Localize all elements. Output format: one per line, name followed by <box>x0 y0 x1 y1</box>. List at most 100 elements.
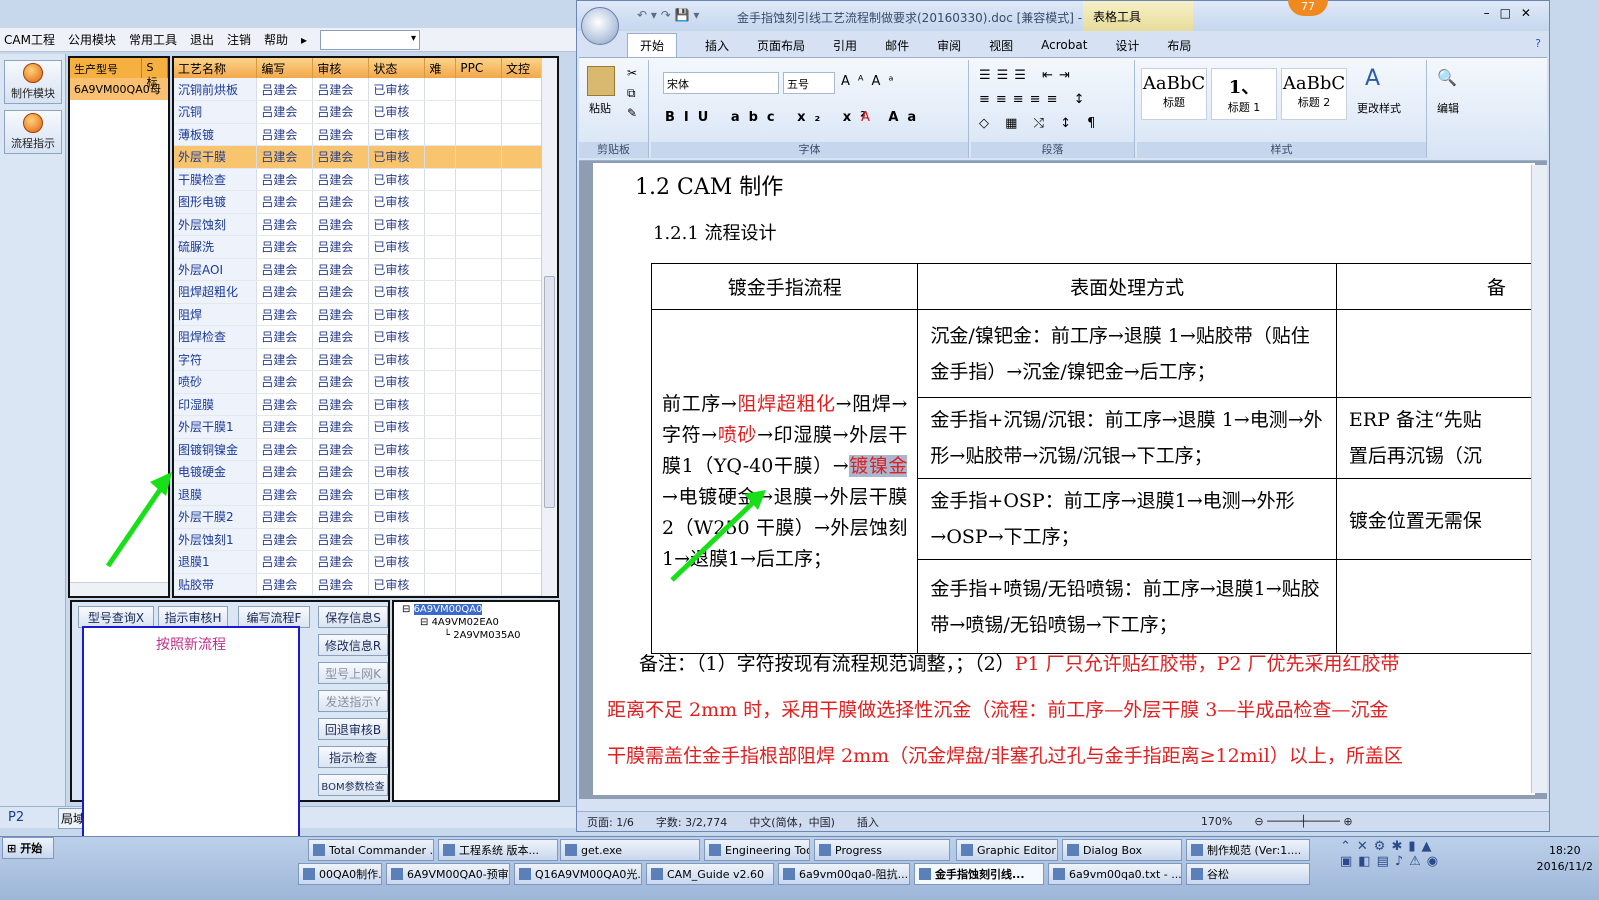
tab-layout[interactable]: 页面布局 <box>757 37 805 54</box>
taskbar-item[interactable]: CAM_Guide v2.60 <box>646 863 774 885</box>
office-button[interactable] <box>581 7 619 45</box>
model-online-button[interactable]: 型号上网K <box>318 662 388 684</box>
edit-button[interactable]: 编辑 <box>1437 100 1459 116</box>
format-painter-icon[interactable]: ✎ <box>627 106 637 120</box>
font-size-select[interactable]: 五号 <box>783 72 835 94</box>
tree-node-leaf[interactable]: └ 2A9VM035A0 <box>444 630 521 641</box>
tree-node-child[interactable]: ⊟ 4A9VM02EA0 <box>420 617 499 628</box>
make-module-button[interactable]: 制作模块 <box>4 60 62 104</box>
taskbar-item[interactable]: Graphic Editor 9.0... <box>956 839 1058 861</box>
taskbar-item[interactable]: 金手指蚀刻引线... <box>914 863 1044 885</box>
taskbar-item[interactable]: 6a9vm00qa0-阻抗... <box>778 863 910 885</box>
table-row[interactable]: 字符 吕建会 吕建会 已审核 <box>174 348 557 371</box>
instruct-check-button[interactable]: 指示检查 <box>318 746 388 768</box>
copy-icon[interactable]: ⧉ <box>627 86 636 101</box>
menu-exit[interactable]: 退出 <box>190 31 214 48</box>
table-row[interactable]: 喷砂 吕建会 吕建会 已审核 <box>174 370 557 394</box>
document-vscroll[interactable] <box>1531 165 1547 793</box>
tab-view[interactable]: 视图 <box>989 37 1013 54</box>
tree-node-root[interactable]: ⊟ 6A9VM00QA0 <box>402 604 483 615</box>
qat-icons[interactable]: ↶ ▾ ↷ 💾 ▾ <box>637 8 699 22</box>
menu-logout[interactable]: 注销 <box>227 31 251 48</box>
taskbar-item[interactable]: Q16A9VM00QA0光... <box>514 863 642 885</box>
flow-indicator-button[interactable]: 流程指示 <box>4 110 62 154</box>
table-row[interactable]: 外层蚀刻1 吕建会 吕建会 已审核 <box>174 528 557 551</box>
start-button[interactable]: ⊞ 开始 <box>2 837 54 859</box>
table-row[interactable]: 外层AOI 吕建会 吕建会 已审核 <box>174 258 557 281</box>
process-col-header[interactable]: 编写 <box>256 58 314 78</box>
taskbar-item[interactable]: get.exe <box>560 839 700 861</box>
taskbar-item[interactable]: Dialog Box <box>1062 839 1182 861</box>
model-query-button[interactable]: 型号查询X <box>78 606 154 628</box>
page-count[interactable]: 页面: 1/6 <box>587 814 634 830</box>
insert-mode[interactable]: 插入 <box>857 814 879 830</box>
instruct-review-button[interactable]: 指示审核H <box>158 606 228 628</box>
help-icon[interactable]: ? <box>1535 37 1541 50</box>
border-icons[interactable]: ◇ ▦ ⤭ ↕ ¶ <box>979 116 1101 131</box>
menu-help[interactable]: 帮助 <box>264 31 288 48</box>
table-row[interactable]: 干膜检查 吕建会 吕建会 已审核 <box>174 168 557 191</box>
find-icon[interactable]: 🔍 <box>1437 68 1457 87</box>
table-row[interactable]: 沉铜前烘板 吕建会 吕建会 已审核 <box>174 78 557 101</box>
process-col-header[interactable]: 工艺名称 <box>174 58 258 78</box>
process-col-header[interactable]: 状态 <box>368 58 426 78</box>
table-row[interactable]: 图镀铜镍金 吕建会 吕建会 已审核 <box>174 438 557 461</box>
table-row[interactable]: 外层干膜1 吕建会 吕建会 已审核 <box>174 415 557 439</box>
tray-icons[interactable]: ⌃✕⚙✱▮▲ ▣◧▤♪⚠◉ <box>1340 839 1490 885</box>
table-row[interactable]: 沉铜 吕建会 吕建会 已审核 <box>174 100 557 124</box>
change-styles-icon[interactable]: A <box>1365 66 1380 91</box>
language[interactable]: 中文(简体，中国) <box>749 814 835 830</box>
align-icons[interactable]: ≡≡≡≡≡ ↕ <box>979 92 1091 107</box>
tab-home[interactable]: 开始 <box>627 33 678 57</box>
change-styles-button[interactable]: 更改样式 <box>1357 100 1401 116</box>
word-count[interactable]: 字数: 3/2,774 <box>656 814 727 830</box>
style-heading1[interactable]: 1、 标题 1 <box>1211 68 1277 120</box>
menu-tools[interactable]: 常用工具 <box>129 31 177 48</box>
taskbar-item[interactable]: 6a9vm00qa0.txt - ... <box>1048 863 1182 885</box>
table-row[interactable]: 硫脲洗 吕建会 吕建会 已审核 <box>174 235 557 259</box>
tab-insert[interactable]: 插入 <box>705 37 729 54</box>
menu-public[interactable]: 公用模块 <box>68 31 116 48</box>
modify-info-button[interactable]: 修改信息R <box>318 634 388 656</box>
table-row[interactable]: 阻焊超粗化 吕建会 吕建会 已审核 <box>174 280 557 304</box>
table-row[interactable]: 薄板镀 吕建会 吕建会 已审核 <box>174 123 557 146</box>
style-heading[interactable]: AaBbC 标题 <box>1141 68 1207 120</box>
menu-cam[interactable]: CAM工程 <box>4 31 55 48</box>
font-format-buttons[interactable]: BIU abc x₂ x² Aa <box>665 110 925 125</box>
taskbar-item[interactable]: Total Commander ... <box>308 839 434 861</box>
table-row[interactable]: 电镀硬金 吕建会 吕建会 已审核 <box>174 460 557 484</box>
tab-table-layout[interactable]: 布局 <box>1167 37 1191 54</box>
rollback-review-button[interactable]: 回退审核B <box>318 718 388 740</box>
taskbar-item[interactable]: 制作规范 (Ver:1.... <box>1186 839 1310 861</box>
font-name-select[interactable]: 宋体 <box>663 72 779 94</box>
send-instruct-button[interactable]: 发送指示Y <box>318 690 388 712</box>
paste-button[interactable]: 粘贴 <box>589 100 611 116</box>
table-row[interactable]: 阻焊 吕建会 吕建会 已审核 <box>174 303 557 326</box>
table-row[interactable]: 贴胶带 吕建会 吕建会 已审核 <box>174 573 557 596</box>
tab-references[interactable]: 引用 <box>833 37 857 54</box>
taskbar-item[interactable]: 00QA0制作... <box>298 863 382 885</box>
model-header[interactable]: 生产型号 <box>70 58 143 78</box>
process-col-header[interactable]: 难 <box>424 58 457 78</box>
process-vscroll[interactable] <box>541 58 557 596</box>
table-row[interactable]: 退膜1 吕建会 吕建会 已审核 <box>174 550 557 574</box>
table-row[interactable]: 阻焊检查 吕建会 吕建会 已审核 <box>174 325 557 349</box>
bom-check-button[interactable]: BOM参数检查 <box>318 774 388 796</box>
tab-acrobat[interactable]: Acrobat <box>1041 38 1087 52</box>
taskbar-item[interactable]: 6A9VM00QA0-预审... <box>386 863 510 885</box>
process-col-header[interactable]: PPC <box>455 58 503 78</box>
cam-combo[interactable] <box>320 29 421 50</box>
taskbar-item[interactable]: 谷松 <box>1186 863 1310 885</box>
zoom-slider[interactable]: ⊖ ─────┼───── ⊕ <box>1254 815 1352 828</box>
font-size-buttons[interactable]: AᴬAᵃ <box>841 74 901 89</box>
model-row[interactable]: 6A9VM00QA0 母 <box>70 78 168 100</box>
clock[interactable]: 18:20 2016/11/2 <box>1537 843 1593 875</box>
cut-icon[interactable]: ✂ <box>627 66 637 80</box>
scroll-thumb[interactable] <box>544 276 555 508</box>
zoom-level[interactable]: 170% <box>1201 815 1232 828</box>
tab-review[interactable]: 审阅 <box>937 37 961 54</box>
menu-more-icon[interactable]: ▸ <box>301 33 307 47</box>
process-col-header[interactable]: 审核 <box>312 58 370 78</box>
table-row[interactable]: 外层干膜 吕建会 吕建会 已审核 <box>174 145 557 169</box>
window-controls[interactable]: –□✕ <box>1484 6 1541 20</box>
